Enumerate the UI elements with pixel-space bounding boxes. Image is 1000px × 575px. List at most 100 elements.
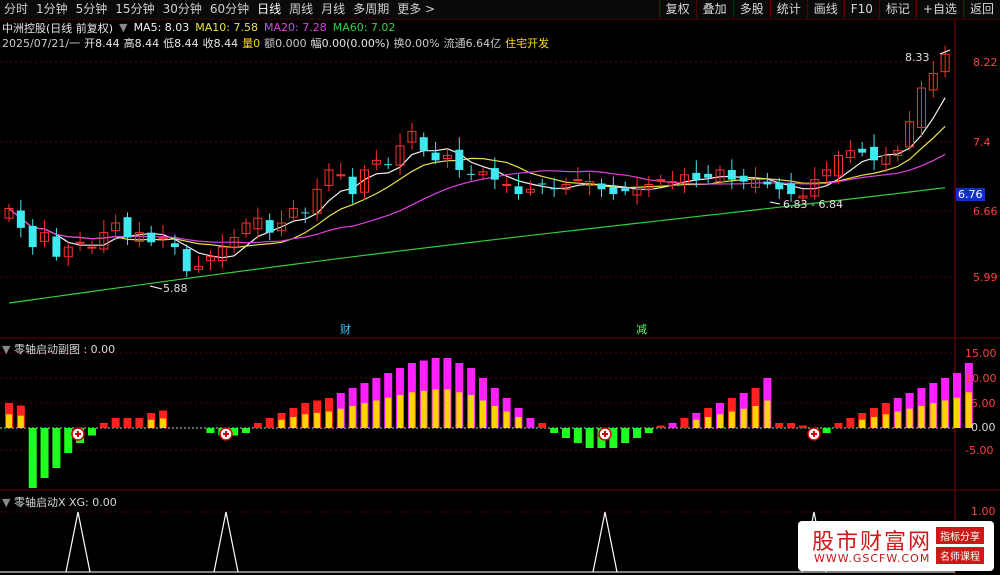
oscillator-bar-inner	[444, 389, 451, 428]
oscillator-bar-inner	[918, 406, 925, 428]
oscillator-bar-negative	[28, 428, 37, 488]
low-arrow	[149, 285, 163, 290]
chart-annotations: 8.33 6.83 - 6.84 5.88 财 减	[149, 49, 951, 336]
watermark-tag: 名师课程	[936, 547, 984, 564]
candle-body-down	[431, 152, 440, 161]
oscillator-bar-inner	[906, 408, 913, 428]
candle-body-down	[16, 210, 25, 228]
oscillator-bar-inner	[314, 412, 321, 428]
low-range-label: 6.83 - 6.84	[783, 198, 843, 211]
candle-body-down	[123, 217, 132, 238]
event-marker-reduce: 减	[636, 323, 647, 336]
candle-body-down	[28, 225, 37, 248]
oscillator-bar-positive	[680, 418, 689, 428]
oscillator-bar-negative	[585, 428, 594, 448]
y-tick-label: 5.99	[973, 271, 998, 284]
candle-body-down	[301, 212, 310, 214]
event-marker-finance: 财	[340, 322, 351, 336]
oscillator-bar-inner	[491, 406, 498, 428]
oscillator-bar-positive	[135, 418, 144, 428]
oscillator-bar-negative	[621, 428, 630, 443]
oscillator-bar-positive	[253, 423, 262, 428]
oscillator-bar-inner	[361, 403, 368, 428]
signal-spike	[213, 511, 239, 573]
candle-body-down	[870, 146, 879, 161]
oscillator-bar-inner	[290, 417, 297, 428]
candle-body-down	[455, 149, 464, 170]
oscillator-bar-inner	[752, 406, 759, 428]
oscillator-bar-inner	[894, 411, 901, 428]
oscillator-bar-negative	[87, 428, 96, 436]
oscillator-bar-positive	[538, 423, 547, 428]
oscillator-bar-inner	[859, 419, 866, 428]
candle-body-down	[490, 168, 499, 180]
oscillator-bar-positive	[798, 425, 807, 428]
candle-body-up	[336, 174, 346, 177]
oscillator-bar-positive	[526, 418, 535, 428]
candle-body-down	[763, 181, 772, 185]
oscillator-bar-negative	[633, 428, 642, 438]
oscillator-bar-negative	[64, 428, 73, 453]
oscillator-bar-inner	[503, 411, 510, 428]
signal-panel-title-text: 零轴启动X XG: 0.00	[13, 496, 117, 509]
candle-body-down	[52, 236, 61, 257]
oscillator-bar-inner	[693, 419, 700, 428]
candle-body-up	[502, 183, 512, 186]
oscillator-bar-inner	[468, 395, 475, 428]
y-tick-label: 5.00	[971, 397, 996, 410]
oscillator-bar-inner	[278, 419, 285, 428]
oscillator-bar-negative	[52, 428, 61, 468]
oscillator-bar-inner	[160, 418, 167, 428]
candle-body-down	[727, 169, 736, 180]
oscillator-bar-positive	[787, 423, 796, 428]
oscillator-bar-inner	[705, 417, 712, 428]
oscillator-bar-inner	[337, 408, 344, 428]
candle-body-down	[787, 183, 796, 195]
candle-body-down	[265, 220, 274, 233]
candle-body-down	[419, 137, 428, 151]
candle-body-down	[704, 173, 713, 178]
kline-chart-canvas[interactable]: 8.33 6.83 - 6.84 5.88 财 减	[0, 0, 1000, 575]
oscillator-bar-inner	[764, 400, 771, 428]
candlestick-series	[4, 45, 950, 277]
candle-body-down	[739, 175, 748, 182]
y-tick-label: 10.00	[965, 372, 997, 385]
oscillator-bar-inner	[408, 392, 415, 428]
candle-body-down	[182, 249, 191, 272]
oscillator-bar-positive	[265, 418, 274, 428]
oscillator-bar-positive	[775, 423, 784, 428]
oscillator-bar-inner	[385, 397, 392, 428]
oscillator-bar-inner	[480, 400, 486, 428]
candle-body-down	[467, 173, 476, 175]
signal-panel-title: ▼ 零轴启动X XG: 0.00	[2, 494, 117, 510]
oscillator-bar-negative	[822, 428, 831, 433]
collapse-icon[interactable]: ▼	[2, 343, 10, 356]
candle-body-down	[597, 183, 606, 190]
oscillator-bar-inner	[420, 390, 427, 428]
y-tick-label: -5.00	[965, 444, 994, 457]
indicator-panel-title-text: 零轴启动副图 : 0.00	[13, 343, 116, 356]
oscillator-bar-negative	[550, 428, 559, 433]
range-arrow	[769, 201, 781, 205]
oscillator-bar-inner	[930, 403, 937, 428]
y-tick-label: 6.66	[973, 205, 998, 218]
collapse-icon[interactable]: ▼	[2, 496, 10, 509]
oscillator-bar-negative	[40, 428, 49, 478]
candle-body-down	[775, 182, 784, 190]
signal-spike	[592, 511, 618, 573]
y-tick-label: 0.00	[971, 421, 996, 434]
indicator-panel-title: ▼ 零轴启动副图 : 0.00	[2, 341, 115, 357]
candle-body-up	[158, 236, 168, 239]
candle-body-down	[609, 187, 618, 195]
current-price-tag: 6.76	[956, 188, 985, 201]
watermark-url: WWW.GSCFW.COM	[814, 552, 931, 565]
oscillator-bar-inner	[942, 400, 949, 428]
oscillator-bar-inner	[17, 415, 24, 428]
oscillator-bar-positive	[111, 418, 120, 428]
low-price-label: 5.88	[163, 282, 188, 295]
candle-body-down	[147, 232, 156, 243]
oscillator-bar-inner	[432, 389, 439, 428]
candle-body-down	[348, 176, 357, 195]
candle-body-down	[858, 148, 867, 153]
oscillator-bar-inner	[456, 392, 463, 428]
